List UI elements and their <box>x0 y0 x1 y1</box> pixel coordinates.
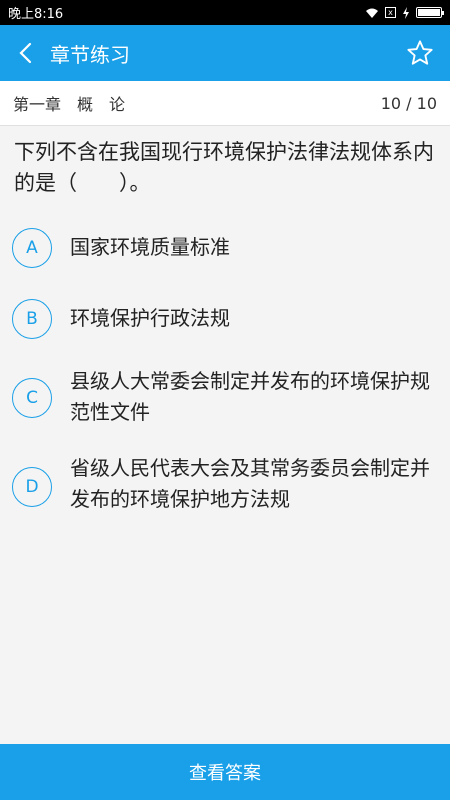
question-text: 下列不含在我国现行环境保护法律法规体系内的是（ ）。 <box>14 140 434 195</box>
option-text: 省级人民代表大会及其常务委员会制定并发布的环境保护地方法规 <box>70 456 430 511</box>
view-answer-label: 查看答案 <box>189 763 261 784</box>
favorite-button[interactable] <box>400 33 440 73</box>
page-title: 章节练习 <box>50 42 130 67</box>
no-sim-icon: x <box>385 7 396 18</box>
star-icon <box>407 40 433 65</box>
back-button[interactable] <box>0 25 50 81</box>
option-d[interactable]: D 省级人民代表大会及其常务委员会制定并发布的环境保护地方法规 <box>12 453 437 515</box>
chevron-left-icon <box>19 42 32 64</box>
option-letter-badge: B <box>12 299 52 339</box>
option-a[interactable]: A 国家环境质量标准 <box>12 228 437 268</box>
status-time: 晚上8:16 <box>8 7 64 22</box>
option-letter-badge: D <box>12 467 52 507</box>
charging-icon <box>403 6 409 19</box>
status-bar: 晚上8:16 x <box>0 0 450 25</box>
option-text: 环境保护行政法规 <box>70 306 230 330</box>
option-text: 国家环境质量标准 <box>70 235 230 259</box>
option-b[interactable]: B 环境保护行政法规 <box>12 299 437 339</box>
wifi-icon <box>366 8 378 18</box>
status-icons: x <box>365 6 444 19</box>
view-answer-button[interactable]: 查看答案 <box>0 744 450 800</box>
option-text: 县级人大常委会制定并发布的环境保护规范性文件 <box>70 369 430 424</box>
option-letter-badge: C <box>12 378 52 418</box>
chapter-bar: 第一章 概 论 10 / 10 <box>0 81 450 126</box>
question-progress: 10 / 10 <box>380 93 437 113</box>
battery-icon <box>416 7 444 18</box>
option-letter-badge: A <box>12 228 52 268</box>
app-bar: 章节练习 <box>0 25 450 81</box>
option-c[interactable]: C 县级人大常委会制定并发布的环境保护规范性文件 <box>12 366 437 428</box>
chapter-name: 第一章 概 论 <box>13 95 126 114</box>
